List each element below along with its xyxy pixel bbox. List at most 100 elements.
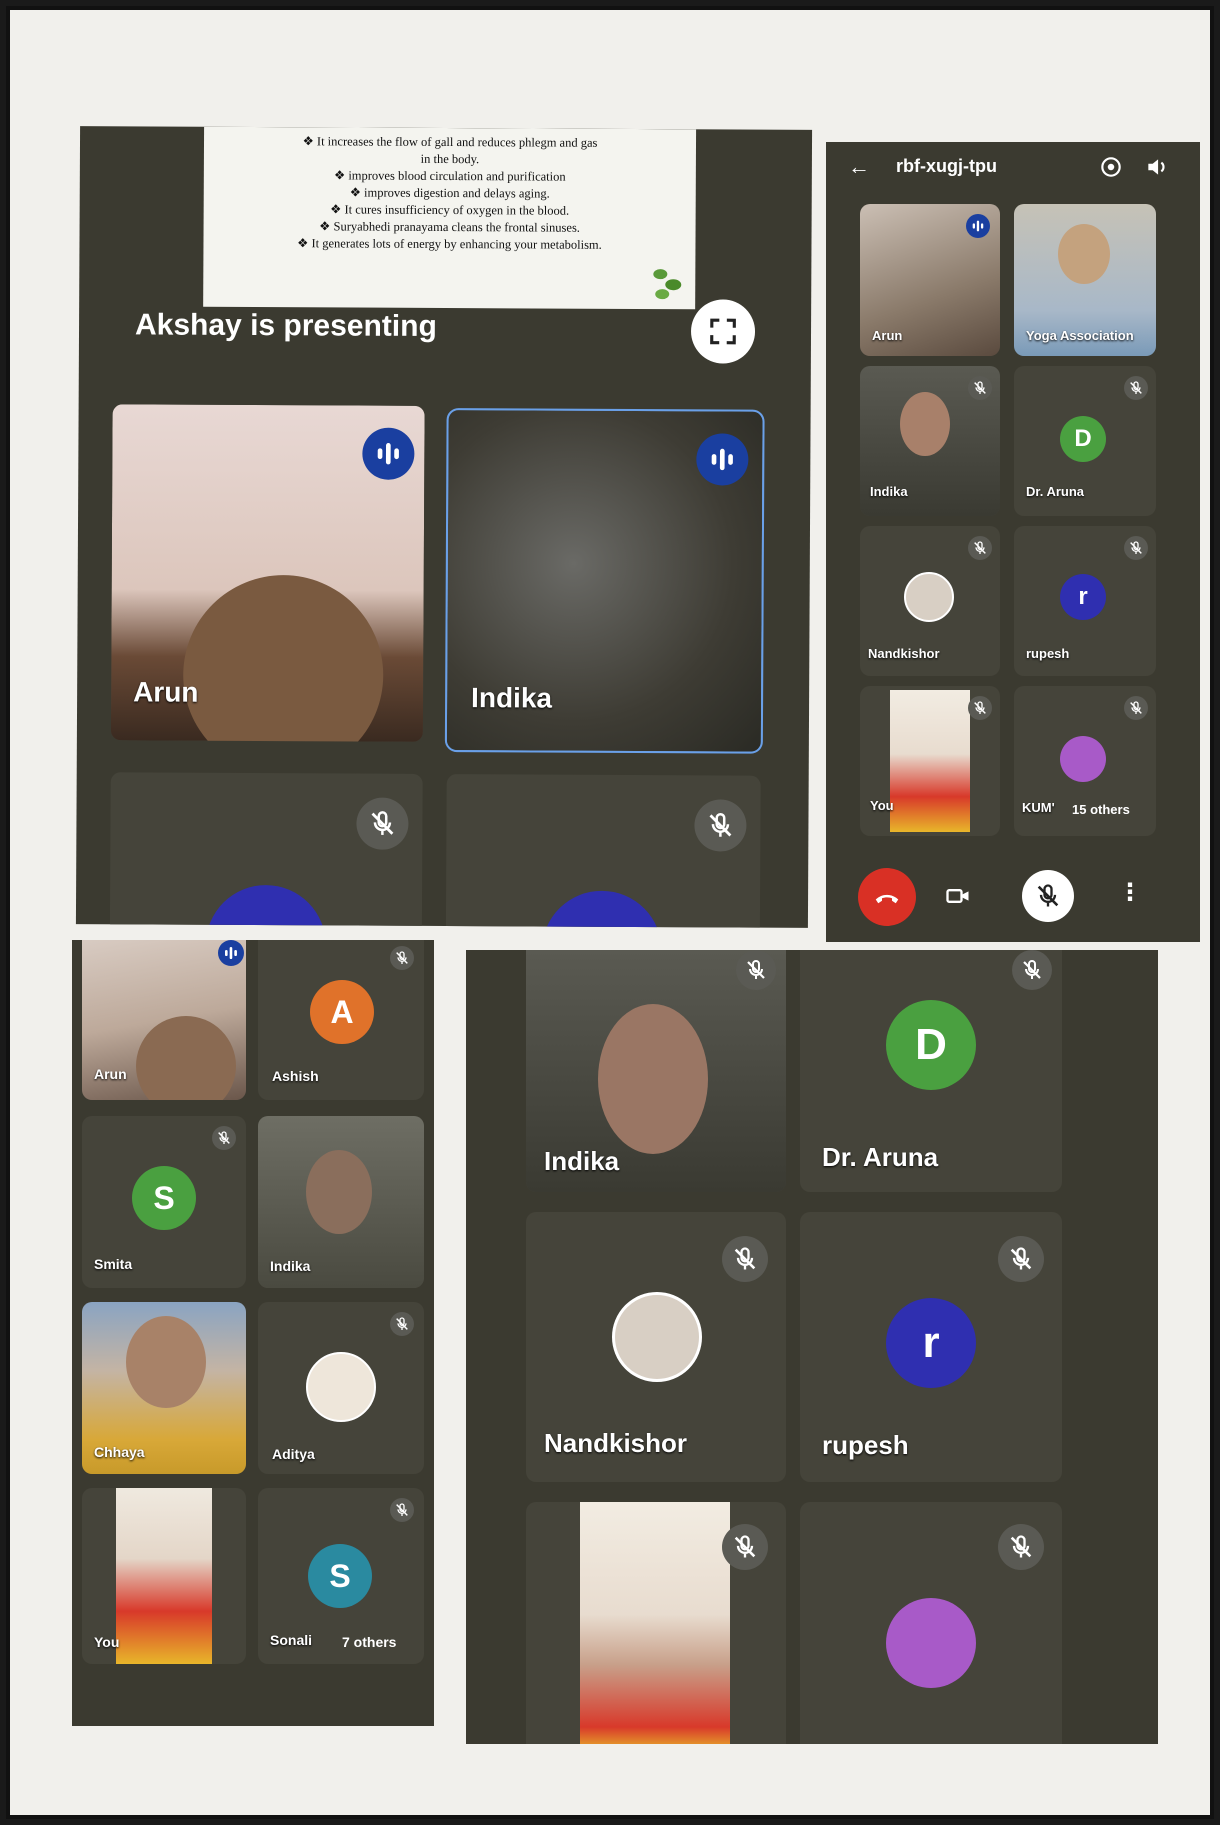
avatar: D	[1060, 416, 1106, 462]
participant-tile-arun[interactable]: Arun	[860, 204, 1000, 356]
avatar	[612, 1292, 702, 1382]
scanned-page: ❖ It increases the flow of gall and redu…	[6, 6, 1214, 1819]
end-call-icon	[875, 894, 899, 904]
participant-name: Dr. Aruna	[822, 1142, 939, 1172]
participant-tile-arun[interactable]: Arun	[82, 940, 246, 1100]
presentation-slide: ❖ It increases the flow of gall and redu…	[203, 126, 697, 310]
participant-video	[890, 690, 970, 832]
participant-video	[116, 1488, 212, 1664]
face-shape	[900, 392, 950, 456]
participant-tile-sonali[interactable]: S Sonali 7 others	[258, 1488, 424, 1664]
mic-off-icon	[1128, 380, 1144, 396]
speaking-badge	[362, 427, 415, 480]
mic-off-icon	[367, 809, 397, 839]
mic-off-icon	[705, 810, 735, 840]
participant-name: Nandkishor	[868, 646, 940, 661]
speaker-icon[interactable]	[1144, 154, 1170, 180]
participant-tile[interactable]	[800, 1502, 1062, 1744]
participant-tile-nandkishor[interactable]: Nandkishor	[860, 526, 1000, 676]
participant-tile-rupesh[interactable]: r rupesh	[1014, 526, 1156, 676]
slide-line: ❖ It generates lots of energy by enhanci…	[297, 236, 602, 252]
speaking-badge	[696, 433, 749, 486]
participant-tile[interactable]	[109, 772, 423, 928]
participant-tile-dr-aruna[interactable]: D Dr. Aruna	[1014, 366, 1156, 516]
face-shape	[126, 1316, 206, 1408]
mic-off-badge	[390, 1498, 414, 1522]
participant-tile-arun[interactable]: Arun	[110, 404, 425, 742]
mic-off-icon	[1020, 958, 1044, 982]
participant-name: Indika	[471, 682, 553, 714]
participant-tile[interactable]	[445, 774, 761, 928]
mic-off-icon	[1128, 540, 1144, 556]
mic-off-badge	[722, 1524, 768, 1570]
avatar: S	[308, 1544, 372, 1608]
face-shape	[306, 1150, 372, 1234]
presenting-label: Akshay is presenting	[134, 308, 437, 343]
meeting-code[interactable]: rbf-xugj-tpu	[896, 156, 997, 177]
mic-off-icon	[216, 1130, 232, 1146]
avatar: S	[132, 1166, 196, 1230]
participant-name: rupesh	[1026, 646, 1070, 661]
participant-tile-indika[interactable]: Indika	[526, 950, 786, 1192]
fullscreen-button[interactable]	[690, 299, 756, 364]
switch-camera-icon[interactable]	[1098, 154, 1124, 180]
speaking-badge	[218, 940, 244, 966]
end-call-button[interactable]	[858, 868, 916, 926]
speaking-badge	[966, 214, 990, 238]
mic-off-icon	[394, 950, 410, 966]
participant-tile-ashish[interactable]: A Ashish	[258, 940, 424, 1100]
participant-name: Ashish	[272, 1068, 319, 1084]
participant-tile-dr-aruna[interactable]: D Dr. Aruna	[800, 950, 1062, 1192]
avatar: r	[886, 1298, 976, 1388]
participant-tile-indika[interactable]: Indika	[444, 408, 765, 754]
mic-off-icon	[731, 1533, 759, 1561]
participant-name: Arun	[133, 676, 199, 708]
avatar	[904, 572, 954, 622]
mic-off-badge	[1124, 536, 1148, 560]
avatar	[541, 890, 663, 928]
more-vert-icon[interactable]: ⋮	[1118, 878, 1142, 907]
meet-screenshot-grid-large: Indika D Dr. Aruna Nandkishor r rupesh	[466, 950, 1158, 1744]
participant-name: Aditya	[272, 1446, 315, 1462]
mic-off-badge	[968, 536, 992, 560]
mic-off-badge	[968, 376, 992, 400]
participant-tile-indika[interactable]: Indika	[258, 1116, 424, 1288]
participant-name: Sonali	[270, 1632, 313, 1648]
participant-name: Indika	[870, 484, 908, 499]
participant-video	[580, 1502, 730, 1744]
mic-off-icon	[1007, 1245, 1035, 1273]
participant-tile-yoga-association[interactable]: Yoga Association	[1014, 204, 1156, 356]
participant-name: Yoga Association	[1026, 328, 1134, 343]
participant-tile-rupesh[interactable]: r rupesh	[800, 1212, 1062, 1482]
mic-off-icon	[394, 1502, 410, 1518]
participant-tile-chhaya[interactable]: Chhaya	[82, 1302, 246, 1474]
participant-name: Smita	[94, 1256, 133, 1272]
top-bar: ← rbf-xugj-tpu	[826, 142, 1200, 192]
participant-name: Indika	[544, 1146, 620, 1176]
plant-decoration	[651, 263, 685, 303]
camera-icon[interactable]	[944, 882, 972, 910]
mic-off-badge	[998, 1524, 1044, 1570]
speaking-icon	[372, 438, 404, 470]
participant-tile-smita[interactable]: S Smita	[82, 1116, 246, 1288]
avatar	[1060, 736, 1106, 782]
participant-tile-aditya[interactable]: Aditya	[258, 1302, 424, 1474]
participant-name: Arun	[94, 1066, 127, 1082]
participant-tile-you[interactable]	[526, 1502, 786, 1744]
mic-off-icon	[972, 700, 988, 716]
back-arrow-icon[interactable]: ←	[848, 154, 870, 180]
participant-tile-indika[interactable]: Indika	[860, 366, 1000, 516]
mic-toggle-button[interactable]	[1022, 870, 1074, 922]
participant-name: KUM'	[1022, 800, 1055, 815]
avatar: D	[886, 1000, 976, 1090]
participant-name: Arun	[872, 328, 903, 343]
meet-screenshot-grid-small: Arun A Ashish S Smita Indika Chhaya Adit…	[72, 940, 434, 1726]
participant-tile-you[interactable]: You	[860, 686, 1000, 836]
participant-tile-others[interactable]: KUM' 15 others	[1014, 686, 1156, 836]
participant-name: Nandkishor	[544, 1428, 688, 1458]
speaking-icon	[970, 218, 986, 234]
speaking-icon	[706, 443, 738, 475]
participant-tile-nandkishor[interactable]: Nandkishor	[526, 1212, 786, 1482]
avatar: r	[1060, 574, 1106, 620]
participant-tile-you[interactable]: You	[82, 1488, 246, 1664]
